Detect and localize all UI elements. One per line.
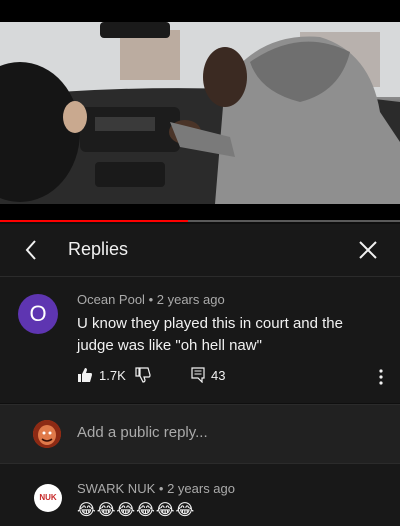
like-count: 1.7K bbox=[99, 367, 126, 383]
user-avatar bbox=[33, 420, 61, 448]
comment-meta: Ocean Pool • 2 years ago bbox=[77, 292, 225, 307]
reply-input[interactable]: Add a public reply... bbox=[77, 424, 208, 441]
comment-icon bbox=[191, 367, 205, 383]
comment-author[interactable]: Ocean Pool bbox=[77, 292, 145, 307]
comment-time: 2 years ago bbox=[156, 292, 225, 307]
replies-header: Replies bbox=[0, 224, 400, 277]
reply-text: 😂😂😂😂😂😂 bbox=[77, 502, 196, 519]
more-vert-icon bbox=[379, 369, 383, 385]
reply-time: 2 years ago bbox=[167, 481, 235, 496]
reply-avatar[interactable]: NUK bbox=[34, 484, 62, 512]
reply-count: 43 bbox=[211, 367, 226, 383]
reply-meta: SWARK NUK • 2 years ago bbox=[77, 481, 235, 496]
video-scene bbox=[0, 22, 400, 204]
add-reply-bar: Add a public reply... bbox=[0, 404, 400, 464]
reply-author[interactable]: SWARK NUK bbox=[77, 481, 155, 496]
video-player[interactable] bbox=[0, 0, 400, 222]
more-options-button[interactable] bbox=[375, 367, 387, 387]
thumbs-up-icon bbox=[78, 368, 92, 382]
comment-actions: 1.7K 43 bbox=[77, 367, 387, 387]
thumbs-down-icon bbox=[135, 367, 151, 383]
video-progress-bar[interactable] bbox=[0, 220, 400, 222]
meta-separator: • bbox=[158, 481, 164, 496]
parent-comment: O Ocean Pool • 2 years ago U know they p… bbox=[0, 277, 400, 403]
close-icon bbox=[359, 241, 377, 259]
like-button[interactable]: 1.7K bbox=[77, 367, 126, 383]
comment-text: U know they played this in court and the… bbox=[77, 315, 343, 354]
avatar[interactable]: O bbox=[18, 294, 58, 334]
reply-comment: NUK SWARK NUK • 2 years ago 😂😂😂😂😂😂 bbox=[0, 464, 400, 526]
user-avatar-image bbox=[33, 420, 61, 448]
close-button[interactable] bbox=[354, 236, 382, 264]
video-frame[interactable] bbox=[0, 22, 400, 204]
dislike-button[interactable] bbox=[135, 367, 151, 383]
back-button[interactable] bbox=[18, 236, 46, 264]
replies-count-button[interactable]: 43 bbox=[191, 367, 225, 383]
chevron-left-icon bbox=[25, 240, 36, 260]
meta-separator: • bbox=[148, 292, 154, 307]
replies-title: Replies bbox=[68, 239, 129, 259]
video-progress-fill bbox=[0, 220, 188, 222]
